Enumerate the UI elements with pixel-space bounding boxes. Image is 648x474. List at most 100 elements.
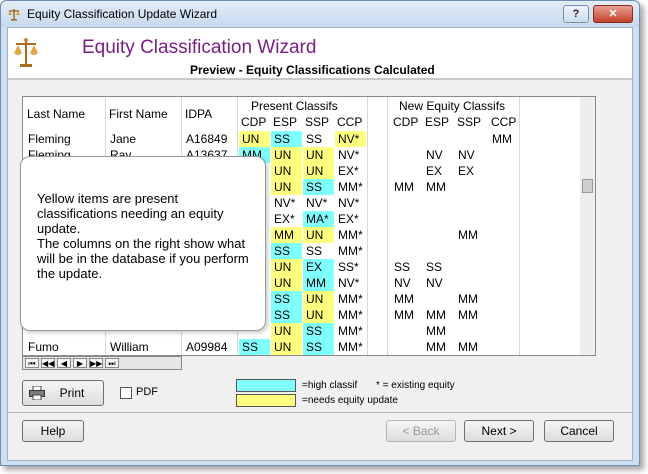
cell-new-cdp: [391, 147, 422, 163]
title-bar[interactable]: Equity Classification Update Wizard ? ✕: [1, 1, 639, 27]
pdf-checkbox[interactable]: [120, 387, 132, 399]
cell-new-cdp: [391, 339, 422, 355]
nav-next-button[interactable]: ▶: [73, 358, 87, 368]
print-label: Print: [59, 386, 85, 400]
cell-idpa: A09984: [186, 340, 228, 354]
col-last-name[interactable]: Last Name: [27, 107, 85, 121]
cell-present-ssp: UN: [303, 163, 334, 179]
cell-new-ssp: [455, 259, 486, 275]
cell-new-cdp: [391, 195, 422, 211]
cell-new-cdp: NV: [394, 276, 411, 290]
cell-present-ccp: EX*: [338, 212, 359, 226]
table-row[interactable]: Fumo William A09984 SS UN SS MM* MM MM: [23, 339, 581, 355]
cell-idpa: A13110: [183, 355, 237, 356]
printer-icon: [29, 386, 45, 400]
cell-new-ssp: [455, 323, 486, 339]
cell-first-name: Jane: [110, 132, 137, 146]
cell-new-esp: NV: [426, 148, 443, 162]
help-button[interactable]: Help: [22, 420, 84, 442]
cell-present-ssp: SS: [303, 339, 334, 355]
scale-of-justice-icon: [14, 38, 38, 67]
cell-present-esp: SS: [271, 307, 302, 323]
cell-present-ssp: SS: [303, 323, 334, 339]
cell-present-esp: UN: [271, 339, 302, 355]
nav-prev-page-button[interactable]: ◀◀: [41, 358, 55, 368]
present-subcol-ssp: SSP: [305, 115, 330, 129]
cell-present-ccp: EX*: [338, 164, 359, 178]
legend-existing-equity: * = existing equity: [376, 380, 455, 391]
cell-first-name: William: [110, 340, 149, 354]
cell-new-esp: [423, 243, 454, 259]
cell-new-ccp: [489, 243, 520, 259]
table-row[interactable]: Fleming Jane A16849 UN SS SS NV* MM: [23, 131, 581, 147]
cell-new-esp: [423, 291, 454, 307]
cell-new-ssp: [455, 275, 486, 291]
cell-present-ccp: NV*: [335, 131, 366, 147]
scroll-thumb[interactable]: [582, 179, 593, 193]
wizard-body: Equity Classification Wizard Preview - E…: [7, 27, 633, 461]
cell-new-esp: MM: [426, 324, 446, 338]
cell-new-esp: EX: [426, 164, 443, 178]
col-first-name[interactable]: First Name: [109, 107, 168, 121]
cell-present-esp: UN: [271, 179, 302, 195]
cell-new-ccp: [489, 227, 520, 243]
cell-present-ssp: UN: [303, 307, 334, 323]
cell-new-ccp: [489, 339, 520, 355]
cell-present-ccp: MM*: [338, 292, 363, 306]
help-title-button[interactable]: ?: [563, 5, 589, 23]
cell-present-cdp: SS: [239, 355, 270, 356]
print-button[interactable]: Print: [22, 380, 104, 406]
cell-new-ssp: [455, 195, 486, 211]
cell-new-ssp: [455, 243, 486, 259]
header-band: Equity Classification Wizard Preview - E…: [8, 28, 632, 80]
cell-present-ccp: SS*: [338, 260, 359, 274]
back-button[interactable]: < Back: [386, 420, 456, 442]
wizard-window: Equity Classification Update Wizard ? ✕ …: [0, 0, 640, 466]
cell-new-ccp: MM: [492, 132, 512, 146]
cell-present-esp: EX*: [274, 212, 295, 226]
cell-new-ccp: [489, 195, 520, 211]
cell-present-esp: UN: [271, 163, 302, 179]
next-button[interactable]: Next >: [464, 420, 534, 442]
tooltip-line-2: The columns on the right show what will …: [37, 236, 249, 281]
grid-vertical-scrollbar[interactable]: [580, 96, 596, 356]
legend-high-classif: =high classif: [302, 380, 358, 391]
cancel-button[interactable]: Cancel: [544, 420, 614, 442]
cell-new-cdp: SS: [394, 260, 411, 274]
cell-new-cdp: MM: [394, 292, 414, 306]
cell-present-esp: NV*: [274, 196, 296, 210]
nav-last-button[interactable]: ⏭: [105, 358, 119, 368]
cell-present-ccp: NV*: [338, 196, 360, 210]
cell-new-ssp: MM: [455, 355, 486, 356]
nav-first-button[interactable]: ⏮: [25, 358, 39, 368]
close-button[interactable]: ✕: [593, 5, 633, 23]
cell-new-esp: [423, 227, 454, 243]
pdf-label: PDF: [136, 386, 158, 398]
new-subcol-esp: ESP: [425, 115, 450, 129]
cell-new-ssp: MM: [458, 292, 478, 306]
col-idpa[interactable]: IDPA: [185, 107, 212, 121]
cell-new-cdp: [391, 131, 422, 147]
new-subcol-ccp: CCP: [491, 115, 517, 129]
cell-new-ssp: [455, 179, 486, 195]
nav-prev-button[interactable]: ◀: [57, 358, 71, 368]
legend-needs-update: =needs equity update: [302, 395, 398, 406]
nav-next-page-button[interactable]: ▶▶: [89, 358, 103, 368]
new-subcol-cdp: CDP: [393, 115, 419, 129]
cell-new-ssp: MM: [458, 340, 478, 354]
cell-new-ssp: [455, 131, 486, 147]
cell-new-esp: NV: [426, 276, 443, 290]
cell-present-ssp: UN: [303, 227, 334, 243]
wizard-subtitle: Preview - Equity Classifications Calcula…: [190, 63, 435, 77]
cell-present-ssp: UN: [303, 291, 334, 307]
cell-present-ssp: MA*: [303, 211, 334, 227]
cell-present-ssp: MM: [303, 275, 334, 291]
cell-present-ccp: MM*: [338, 244, 363, 258]
cell-new-esp: MM: [426, 308, 446, 322]
cell-new-ssp: MM: [458, 308, 478, 322]
cell-new-esp: MM: [426, 180, 446, 194]
cell-new-ccp: [489, 275, 520, 291]
cell-new-ccp: [489, 147, 520, 163]
cell-new-ccp: [489, 163, 520, 179]
wizard-title: Equity Classification Wizard: [82, 37, 317, 58]
